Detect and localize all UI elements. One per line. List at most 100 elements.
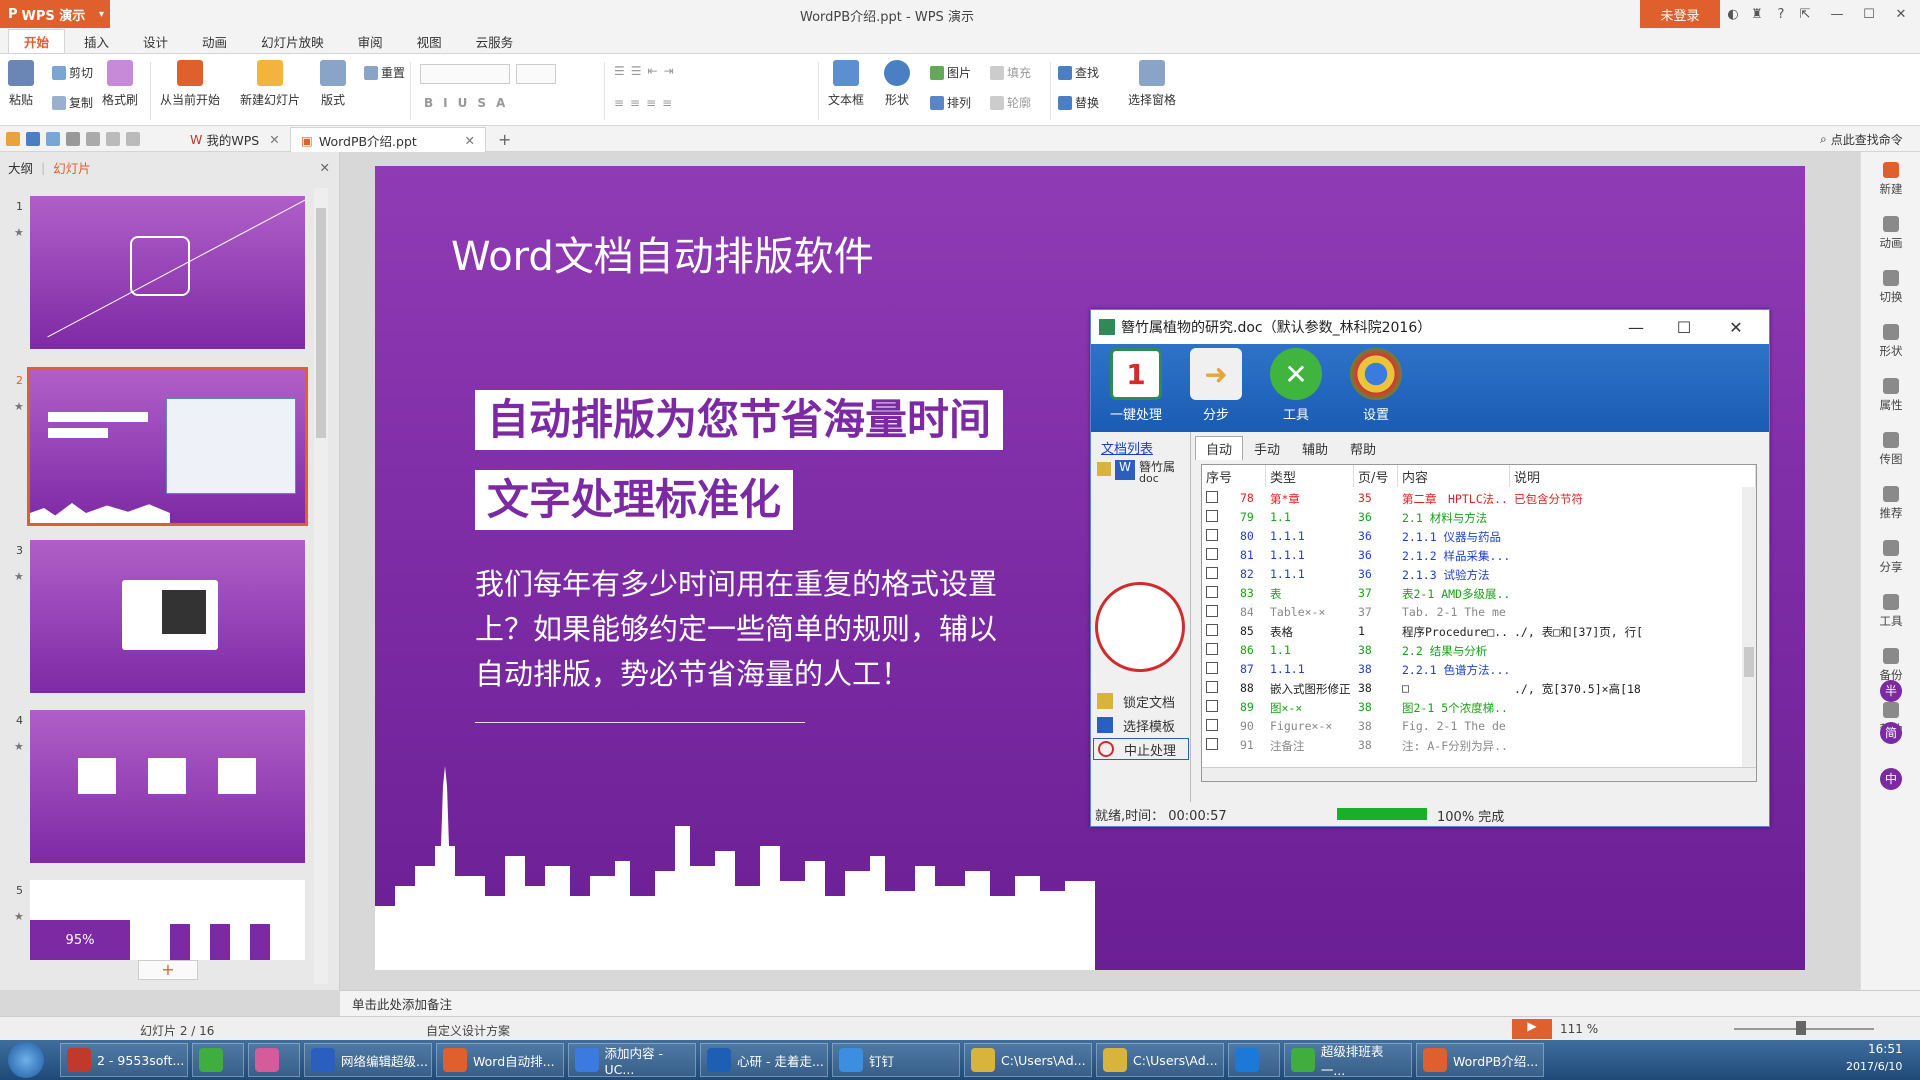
column-header[interactable]: 页/号 [1354, 465, 1398, 487]
command-search[interactable]: ⌕ 点此查找命令 [1810, 127, 1913, 152]
tab-view[interactable]: 视图 [402, 29, 457, 53]
redo-icon[interactable] [126, 132, 140, 146]
shape-button[interactable]: 形状 [884, 60, 910, 108]
start-button[interactable] [8, 1042, 44, 1078]
lock-document-button[interactable]: 锁定文档 [1093, 690, 1189, 712]
print-icon[interactable] [66, 132, 80, 146]
maximize-icon[interactable]: ☐ [1858, 4, 1880, 24]
format-painter-button[interactable]: 格式刷 [102, 60, 138, 108]
table-row[interactable]: 87 1.1.1 38 2.2.1 色谱方法... [1202, 660, 1742, 679]
right-strip-upload-image[interactable]: 传图 [1861, 432, 1920, 467]
settings-button[interactable]: 设置 [1341, 348, 1411, 423]
row-checkbox[interactable] [1206, 662, 1218, 674]
column-header[interactable]: 类型 [1266, 465, 1354, 487]
stop-processing-button[interactable]: 中止处理 [1093, 738, 1189, 760]
table-row[interactable]: 83 表 37 表2-1 AMD多级展... [1202, 584, 1742, 603]
tab-design[interactable]: 设计 [128, 29, 183, 53]
layout-button[interactable]: 版式 [320, 60, 346, 108]
from-current-button[interactable]: 从当前开始 [160, 60, 220, 108]
play-icon[interactable]: ▶ [1512, 1019, 1552, 1039]
row-checkbox[interactable] [1206, 491, 1218, 503]
close-icon[interactable]: ✕ [1890, 4, 1912, 24]
taskbar-item[interactable] [192, 1043, 244, 1077]
table-row[interactable]: 85 表格 1 程序Procedure□... ./, 表□和[37]页, 行[ [1202, 622, 1742, 641]
tab-current-document[interactable]: ▣ WordPB介绍.ppt ✕ [290, 127, 486, 152]
zoom-level[interactable]: 111 % [1560, 1022, 1598, 1036]
table-row[interactable]: 88 嵌入式图形修正 38 □ ./, 宽[370.5]×高[18 [1202, 679, 1742, 698]
taskbar-item[interactable]: C:\Users\Ad... [964, 1043, 1092, 1077]
row-checkbox[interactable] [1206, 643, 1218, 655]
cut-button[interactable]: 剪切 [52, 64, 93, 81]
tools-button[interactable]: ✕ 工具 [1261, 348, 1331, 423]
close-icon[interactable]: ✕ [320, 160, 330, 175]
new-slide-button[interactable]: 新建幻灯片 [240, 60, 300, 108]
taskbar-item[interactable]: Word自动排... [436, 1043, 564, 1077]
taskbar-item[interactable] [1228, 1043, 1280, 1077]
taskbar-item[interactable]: C:\Users\Ad... [1096, 1043, 1224, 1077]
skin-icon[interactable]: ◐ [1722, 4, 1744, 24]
right-strip-recommend[interactable]: 推荐 [1861, 486, 1920, 521]
app-menu-button[interactable]: P WPS 演示 ▾ [0, 0, 110, 28]
column-header[interactable]: 内容 [1398, 465, 1510, 487]
row-checkbox[interactable] [1206, 624, 1218, 636]
tab-assist[interactable]: 辅助 [1291, 436, 1339, 460]
tab-slides[interactable]: 幻灯片 [53, 158, 91, 177]
text-box-button[interactable]: 文本框 [828, 60, 864, 108]
grid-horizontal-scrollbar[interactable] [1202, 767, 1756, 781]
copy-button[interactable]: 复制 [52, 94, 93, 111]
text-format-buttons[interactable]: BIUSA [424, 96, 515, 110]
tab-manual[interactable]: 手动 [1243, 436, 1291, 460]
taskbar-item[interactable] [248, 1043, 300, 1077]
table-row[interactable]: 86 1.1 38 2.2 结果与分析 [1202, 641, 1742, 660]
table-row[interactable]: 78 第*章 35 第二章 HPTLC法... 已包含分节符 [1202, 489, 1742, 508]
outline-button[interactable]: 轮廓 [990, 94, 1031, 111]
row-checkbox[interactable] [1206, 719, 1218, 731]
table-row[interactable]: 84 Table×-× 37 Tab. 2-1 The me... [1202, 603, 1742, 622]
slide-thumbnail-5[interactable]: 95% [30, 880, 305, 960]
table-row[interactable]: 91 注备注 38 注: A-F分别为异... [1202, 736, 1742, 755]
add-slide-button[interactable]: + [138, 960, 198, 980]
preview-icon[interactable] [86, 132, 100, 146]
float-simplified-button[interactable]: 简 [1880, 722, 1902, 744]
row-checkbox[interactable] [1206, 510, 1218, 522]
font-name-field[interactable] [420, 64, 510, 84]
table-row[interactable]: 79 1.1 36 2.1 材料与方法 [1202, 508, 1742, 527]
headline-1[interactable]: 自动排版为您节省海量时间 [475, 390, 1004, 450]
align-buttons[interactable]: ≡≡≡≡ [614, 96, 678, 110]
minimize-icon[interactable]: — [1826, 4, 1848, 24]
list-buttons[interactable]: ☰☰⇤⇥ [614, 64, 680, 78]
taskbar-item[interactable]: 钉钉 [832, 1043, 960, 1077]
row-checkbox[interactable] [1206, 700, 1218, 712]
taskbar-item[interactable]: 超级排班表 一... [1284, 1043, 1412, 1078]
select-template-button[interactable]: 选择模板 [1093, 714, 1189, 736]
replace-button[interactable]: 替换 [1058, 94, 1099, 111]
restore-icon[interactable]: ⇱ [1794, 4, 1816, 24]
right-strip-transition[interactable]: 切换 [1861, 270, 1920, 305]
wordpb-window[interactable]: 簪竹属植物的研究.doc（默认参数_林科院2016） — ☐ ✕ 1 一键处理 ➜… [1090, 309, 1770, 827]
row-checkbox[interactable] [1206, 567, 1218, 579]
tab-review[interactable]: 审阅 [343, 29, 398, 53]
right-strip-animation[interactable]: 动画 [1861, 216, 1920, 251]
column-header[interactable]: 序号 [1202, 465, 1266, 487]
taskbar-item[interactable]: 添加内容 - UC... [568, 1043, 696, 1077]
right-strip-shape[interactable]: 形状 [1861, 324, 1920, 359]
tab-outline[interactable]: 大纲 [8, 158, 33, 177]
undo-icon[interactable] [106, 132, 120, 146]
tab-home[interactable]: 开始 [8, 29, 66, 53]
help-icon[interactable]: ? [1770, 4, 1792, 24]
taskbar-item[interactable]: 心研 - 走着走... [700, 1043, 828, 1077]
row-checkbox[interactable] [1206, 586, 1218, 598]
reset-button[interactable]: 重置 [364, 64, 405, 81]
row-checkbox[interactable] [1206, 738, 1218, 750]
step-button[interactable]: ➜ 分步 [1181, 348, 1251, 423]
close-icon[interactable]: ✕ [269, 132, 279, 147]
font-size-field[interactable] [516, 64, 556, 84]
slide-panel-scrollbar[interactable] [314, 188, 328, 984]
tab-help[interactable]: 帮助 [1339, 436, 1387, 460]
headline-2[interactable]: 文字处理标准化 [475, 470, 794, 530]
shirt-icon[interactable]: ♜ [1746, 4, 1768, 24]
tab-animation[interactable]: 动画 [187, 29, 242, 53]
one-click-button[interactable]: 1 一键处理 [1101, 348, 1171, 423]
taskbar-item[interactable]: 网络编辑超级... [304, 1043, 432, 1077]
add-tab-button[interactable]: + [488, 127, 521, 152]
